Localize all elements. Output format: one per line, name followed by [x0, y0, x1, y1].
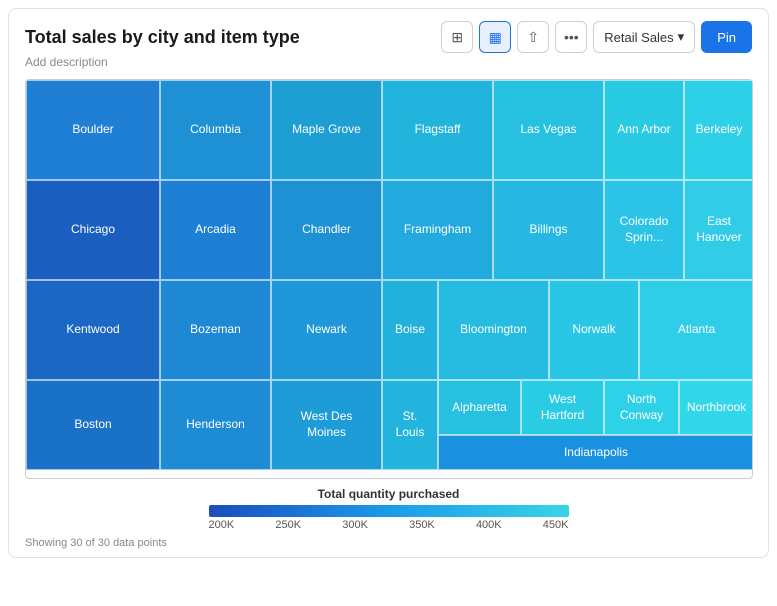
treemap-cell[interactable]: Berkeley — [684, 80, 753, 180]
grid-icon: ⊞ — [451, 29, 463, 46]
cell-label: Newark — [302, 320, 351, 340]
treemap-cell[interactable]: Boulder — [26, 80, 160, 180]
legend-label: 250K — [275, 519, 301, 531]
cell-label: Indianapolis — [560, 443, 632, 463]
page-title: Total sales by city and item type — [25, 27, 300, 48]
cell-label: Columbia — [186, 120, 245, 140]
cell-label: Norwalk — [568, 320, 619, 340]
treemap-cell[interactable]: Bozeman — [160, 280, 271, 380]
treemap-cell[interactable]: St. Louis — [382, 380, 438, 470]
cell-label: Arcadia — [191, 220, 240, 240]
retail-sales-label: Retail Sales — [604, 30, 673, 45]
cell-label: East Hanover — [685, 212, 753, 247]
cell-label: Alpharetta — [448, 398, 511, 418]
treemap-cell[interactable]: North Conway — [604, 380, 679, 435]
treemap-cell[interactable]: Arcadia — [160, 180, 271, 280]
cell-label: Bloomington — [456, 320, 531, 340]
legend-title: Total quantity purchased — [318, 487, 460, 501]
treemap-cell[interactable]: Ann Arbor — [604, 80, 684, 180]
treemap-cell[interactable]: Kentwood — [26, 280, 160, 380]
treemap-cell[interactable]: Indianapolis — [438, 435, 753, 470]
cell-label: Ann Arbor — [613, 120, 674, 140]
cell-label: Boulder — [68, 120, 117, 140]
share-icon: ⇧ — [527, 29, 539, 46]
treemap-cell[interactable]: West Hartford — [521, 380, 604, 435]
cell-label: Flagstaff — [411, 120, 465, 140]
cell-label: Boise — [391, 320, 429, 340]
treemap-cell[interactable]: East Hanover — [684, 180, 753, 280]
legend-label: 200K — [209, 519, 235, 531]
treemap-cell[interactable]: Alpharetta — [438, 380, 521, 435]
cell-label: West Hartford — [522, 390, 603, 425]
cell-label: North Conway — [616, 390, 667, 425]
legend: Total quantity purchased 200K 250K 300K 350… — [25, 487, 752, 531]
cell-label: Kentwood — [62, 320, 123, 340]
treemap-cell[interactable]: Las Vegas — [493, 80, 604, 180]
cell-label: Bozeman — [186, 320, 245, 340]
header-actions: ⊞ ▦ ⇧ ••• Retail Sales ▾ Pin — [441, 21, 752, 53]
cell-label: Maple Grove — [288, 120, 365, 140]
cell-label: Boston — [70, 415, 115, 435]
grid-view-button[interactable]: ⊞ — [441, 21, 473, 53]
treemap-cell[interactable]: Newark — [271, 280, 382, 380]
header: Total sales by city and item type ⊞ ▦ ⇧ … — [25, 21, 752, 53]
cell-label: Las Vegas — [516, 120, 580, 140]
treemap-cell[interactable]: Bloomington — [438, 280, 549, 380]
share-button[interactable]: ⇧ — [517, 21, 549, 53]
cell-label: Berkeley — [692, 120, 747, 140]
subtitle[interactable]: Add description — [25, 55, 752, 69]
treemap-cell[interactable]: Boise — [382, 280, 438, 380]
legend-label: 450K — [543, 519, 569, 531]
legend-labels: 200K 250K 300K 350K 400K 450K — [209, 519, 569, 531]
cell-label: Henderson — [182, 415, 249, 435]
footer-note: Showing 30 of 30 data points — [25, 537, 752, 549]
treemap-cell[interactable]: Chicago — [26, 180, 160, 280]
treemap-cell[interactable]: Northbrook — [679, 380, 753, 435]
treemap-cell[interactable]: Henderson — [160, 380, 271, 470]
treemap-cell[interactable]: Atlanta — [639, 280, 753, 380]
retail-sales-dropdown[interactable]: Retail Sales ▾ — [593, 21, 695, 53]
cell-label: Chandler — [298, 220, 355, 240]
legend-label: 400K — [476, 519, 502, 531]
treemap-cell[interactable]: Maple Grove — [271, 80, 382, 180]
treemap-cell[interactable]: Billings — [493, 180, 604, 280]
cell-label: West Des Moines — [297, 407, 357, 442]
treemap-cell[interactable]: West Des Moines — [271, 380, 382, 470]
treemap-cell[interactable]: Chandler — [271, 180, 382, 280]
more-icon: ••• — [564, 29, 579, 45]
legend-gradient — [209, 505, 569, 517]
chevron-down-icon: ▾ — [678, 29, 685, 45]
treemap-cell[interactable]: Colorado Sprin... — [604, 180, 684, 280]
treemap-cell[interactable]: Boston — [26, 380, 160, 470]
more-button[interactable]: ••• — [555, 21, 587, 53]
treemap-cell[interactable]: Norwalk — [549, 280, 639, 380]
pin-button[interactable]: Pin — [701, 21, 752, 53]
treemap-cell[interactable]: Columbia — [160, 80, 271, 180]
treemap-cell[interactable]: Flagstaff — [382, 80, 493, 180]
legend-label: 350K — [409, 519, 435, 531]
cell-label: St. Louis — [383, 407, 437, 442]
card: Total sales by city and item type ⊞ ▦ ⇧ … — [8, 8, 769, 558]
legend-label: 300K — [342, 519, 368, 531]
treemap: Boulder Columbia Maple Grove Flagstaff Las V… — [25, 79, 753, 479]
treemap-cell[interactable]: Framingham — [382, 180, 493, 280]
chart-icon: ▦ — [489, 29, 502, 46]
cell-label: Colorado Sprin... — [605, 212, 683, 247]
cell-label: Northbrook — [683, 398, 750, 418]
cell-label: Billings — [525, 220, 571, 240]
cell-label: Framingham — [400, 220, 475, 240]
cell-label: Chicago — [67, 220, 119, 240]
cell-label: Atlanta — [674, 320, 719, 340]
chart-view-button[interactable]: ▦ — [479, 21, 511, 53]
